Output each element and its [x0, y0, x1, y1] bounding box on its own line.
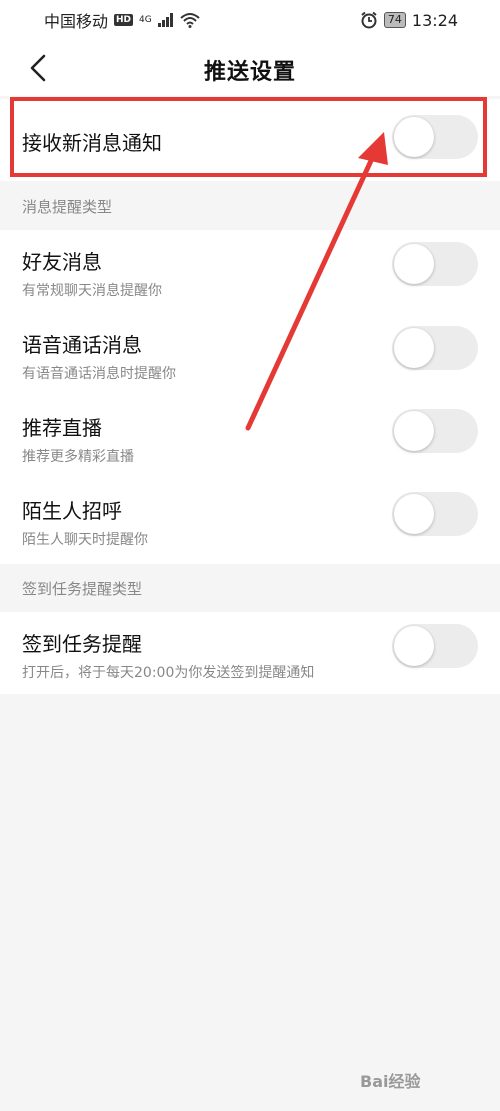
annotation-arrow — [245, 132, 388, 431]
baidu-jingyan-watermark: Bai经验 — [360, 1072, 421, 1091]
